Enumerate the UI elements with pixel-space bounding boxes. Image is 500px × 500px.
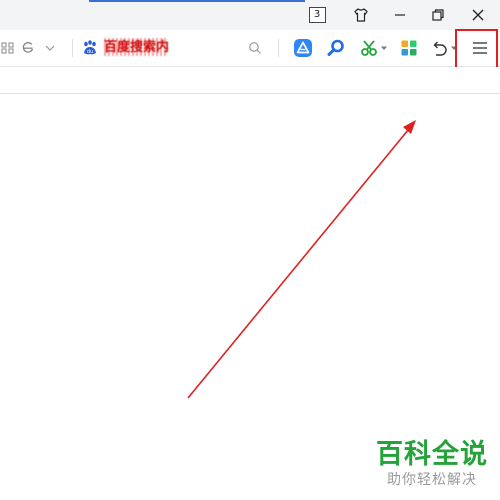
baidu-paw-icon: du: [84, 40, 96, 55]
scissors-icon: [361, 40, 377, 56]
tshirt-icon: [354, 8, 368, 22]
find-magnifier-icon: [327, 39, 344, 56]
watermark-subtitle: 助你轻松解决: [387, 471, 477, 487]
close-button[interactable]: [458, 2, 498, 28]
app-center-button[interactable]: [397, 36, 421, 60]
app-center-icon: [401, 40, 417, 56]
engine-dropdown[interactable]: [38, 36, 62, 60]
tab-count-badge: 3: [308, 7, 326, 23]
bookmark-bar: [0, 67, 500, 94]
undo-icon: [433, 41, 447, 56]
watermark: 百科全说 助你轻松解决: [376, 438, 488, 488]
toolbar: du 百度搜索内容: [0, 30, 500, 67]
ai-triangle-icon: [294, 39, 312, 57]
title-bar: 3: [0, 0, 500, 30]
restore-icon: [432, 9, 444, 21]
minimize-icon: [395, 14, 405, 16]
search-button[interactable]: [243, 36, 267, 60]
apps-grid-icon: [1, 42, 14, 54]
active-tab-indicator: [89, 0, 305, 2]
watermark-title: 百科全说: [376, 439, 488, 469]
annotation-highlight-box: [455, 29, 498, 70]
browser-engine-button[interactable]: [16, 36, 40, 60]
search-engine-button[interactable]: du: [78, 36, 102, 60]
ai-assistant-button[interactable]: [291, 36, 315, 60]
browser-engine-icon: [22, 42, 34, 53]
toolbar-separator: [72, 39, 73, 57]
minimize-button[interactable]: [380, 2, 420, 28]
chevron-down-icon: [45, 45, 55, 51]
tab-count-button[interactable]: 3: [297, 2, 337, 28]
skin-button[interactable]: [341, 2, 381, 28]
search-input[interactable]: 百度搜索内容: [104, 38, 168, 56]
restore-button[interactable]: [418, 2, 458, 28]
close-icon: [472, 9, 484, 21]
search-icon: [249, 42, 261, 54]
screenshot-dropdown[interactable]: [378, 36, 390, 60]
chevron-down-icon: [381, 46, 387, 50]
svg-text:du: du: [87, 49, 93, 55]
toolbar-separator: [278, 39, 279, 57]
find-button[interactable]: [324, 36, 348, 60]
